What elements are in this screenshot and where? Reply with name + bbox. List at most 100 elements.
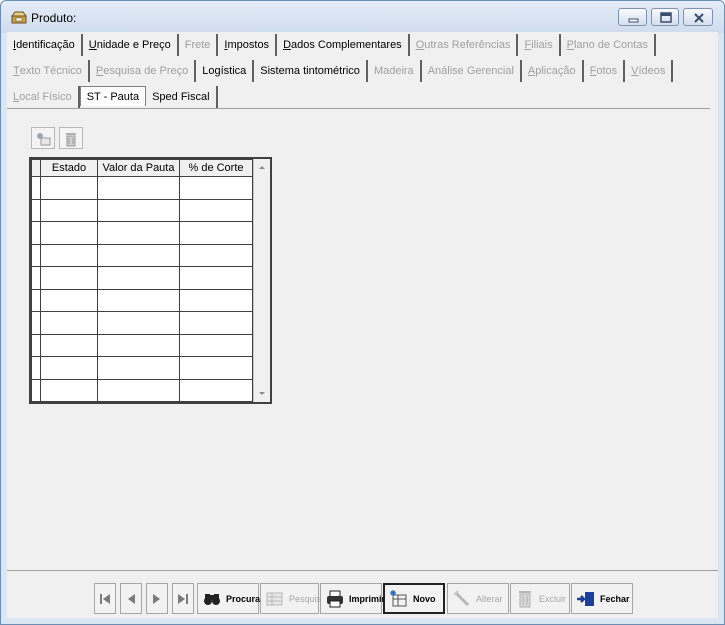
tab-texto-tecnico[interactable]: Texto Técnico <box>7 60 90 82</box>
grid-vertical-scrollbar[interactable] <box>253 159 270 402</box>
tab-frete[interactable]: Frete <box>179 34 219 56</box>
grid-cell[interactable] <box>97 198 180 222</box>
grid-cell[interactable] <box>97 288 180 312</box>
tab-local-fisico[interactable]: Local Físico <box>7 86 80 108</box>
tab-identificacao[interactable]: Identificação <box>7 34 83 56</box>
grid-cell[interactable] <box>97 243 180 267</box>
table-row[interactable] <box>31 221 253 245</box>
table-row[interactable] <box>31 288 253 312</box>
grid-cell[interactable] <box>179 311 253 335</box>
grid-cell[interactable] <box>179 333 253 357</box>
tab-sistema-tintometrico[interactable]: Sistema tintométrico <box>254 60 368 82</box>
novo-button[interactable]: Novo <box>383 583 445 614</box>
grid-cell[interactable] <box>97 378 180 402</box>
tab-pesquisa-de-preco[interactable]: Pesquisa de Preço <box>90 60 197 82</box>
tab-analise-gerencial[interactable]: Análise Gerencial <box>422 60 522 82</box>
row-indicator-header <box>31 159 41 177</box>
tab-st-pauta[interactable]: ST - Pauta <box>79 86 147 106</box>
column-header-valor-da-pauta[interactable]: Valor da Pauta <box>97 159 180 177</box>
tab-filiais[interactable]: Filiais <box>518 34 561 56</box>
tab-plano-de-contas[interactable]: Plano de Contas <box>561 34 656 56</box>
grid-cell[interactable] <box>40 243 98 267</box>
table-row[interactable] <box>31 266 253 290</box>
tab-label: Sistema tintométrico <box>260 65 360 77</box>
imprimir-button[interactable]: Imprimir <box>320 583 385 614</box>
grid-cell[interactable] <box>40 288 98 312</box>
tab-label: Madeira <box>373 65 414 77</box>
grid-cell[interactable] <box>40 198 98 222</box>
table-row[interactable] <box>31 198 253 222</box>
grid-cell[interactable] <box>97 266 180 290</box>
table-row[interactable] <box>31 176 253 200</box>
row-indicator-cell <box>31 266 41 290</box>
tab-madeira[interactable]: Madeira <box>368 60 422 82</box>
table-row[interactable] <box>31 356 253 380</box>
grid-cell[interactable] <box>40 378 98 402</box>
title-bar[interactable]: Produto: <box>1 1 724 33</box>
delete-row-button[interactable] <box>59 127 83 149</box>
maximize-button[interactable] <box>651 8 679 26</box>
close-button[interactable] <box>683 8 713 26</box>
tab-outras-referencias[interactable]: Outras Referências <box>410 34 519 56</box>
grid-cell[interactable] <box>40 176 98 200</box>
st-pauta-grid[interactable]: Estado Valor da Pauta % de Corte <box>29 157 272 404</box>
grid-cell[interactable] <box>97 333 180 357</box>
grid-cell[interactable] <box>179 221 253 245</box>
scroll-down-icon[interactable] <box>254 386 270 402</box>
alterar-button[interactable]: Alterar <box>447 583 509 614</box>
row-indicator-cell <box>31 198 41 222</box>
grid-cell[interactable] <box>179 356 253 380</box>
tab-impostos[interactable]: Impostos <box>218 34 278 56</box>
tab-videos[interactable]: Vídeos <box>625 60 674 82</box>
table-row[interactable] <box>31 243 253 267</box>
fechar-button[interactable]: Fechar <box>571 583 633 614</box>
column-header-estado[interactable]: Estado <box>40 159 98 177</box>
first-record-button[interactable] <box>94 583 116 614</box>
next-record-button[interactable] <box>146 583 168 614</box>
grid-cell[interactable] <box>40 311 98 335</box>
table-row[interactable] <box>31 378 253 402</box>
row-indicator-cell <box>31 221 41 245</box>
tab-label-rest: ídeos <box>638 65 666 77</box>
tab-label-rest: esquisa de Preço <box>103 65 189 77</box>
grid-cell[interactable] <box>40 333 98 357</box>
grid-cell[interactable] <box>179 378 253 402</box>
excluir-button[interactable]: Excluir <box>510 583 570 614</box>
grid-cell[interactable] <box>97 221 180 245</box>
column-header-percent-corte[interactable]: % de Corte <box>179 159 253 177</box>
tab-label: Logística <box>202 65 247 77</box>
row-indicator-cell <box>31 176 41 200</box>
tab-label-rest: plicação <box>535 65 576 77</box>
grid-cell[interactable] <box>179 288 253 312</box>
tab-dados-complementares[interactable]: Dados Complementares <box>277 34 410 56</box>
grid-cell[interactable] <box>179 176 253 200</box>
row-indicator-cell <box>31 333 41 357</box>
pesquisa-button[interactable]: Pesquisa <box>260 583 326 614</box>
minimize-button[interactable] <box>618 8 647 26</box>
tab-sped-fiscal[interactable]: Sped Fiscal <box>146 86 218 108</box>
table-row[interactable] <box>31 311 253 335</box>
tab-aplicacao[interactable]: Aplicação <box>522 60 584 82</box>
grid-cell[interactable] <box>179 243 253 267</box>
grid-cell[interactable] <box>40 266 98 290</box>
grid-cell[interactable] <box>179 266 253 290</box>
grid-cell[interactable] <box>179 198 253 222</box>
trash-icon <box>66 133 76 147</box>
add-row-button[interactable] <box>31 127 55 149</box>
grid-cell[interactable] <box>97 356 180 380</box>
tab-fotos[interactable]: Fotos <box>584 60 626 82</box>
tab-mnemonic: U <box>88 39 97 51</box>
tab-row-1: Identificação Unidade e Preço Frete Imposto… <box>7 34 656 56</box>
grid-cell[interactable] <box>97 176 180 200</box>
table-row[interactable] <box>31 333 253 357</box>
previous-record-button[interactable] <box>120 583 142 614</box>
grid-cell[interactable] <box>40 221 98 245</box>
grid-cell[interactable] <box>40 356 98 380</box>
tab-logistica[interactable]: Logística <box>196 60 255 82</box>
tab-unidade-e-preco[interactable]: Unidade e Preço <box>83 34 179 56</box>
last-record-button[interactable] <box>172 583 194 614</box>
procurar-button[interactable]: Procurar <box>197 583 264 614</box>
trash-icon <box>515 589 535 609</box>
scroll-up-icon[interactable] <box>254 159 270 175</box>
grid-cell[interactable] <box>97 311 180 335</box>
